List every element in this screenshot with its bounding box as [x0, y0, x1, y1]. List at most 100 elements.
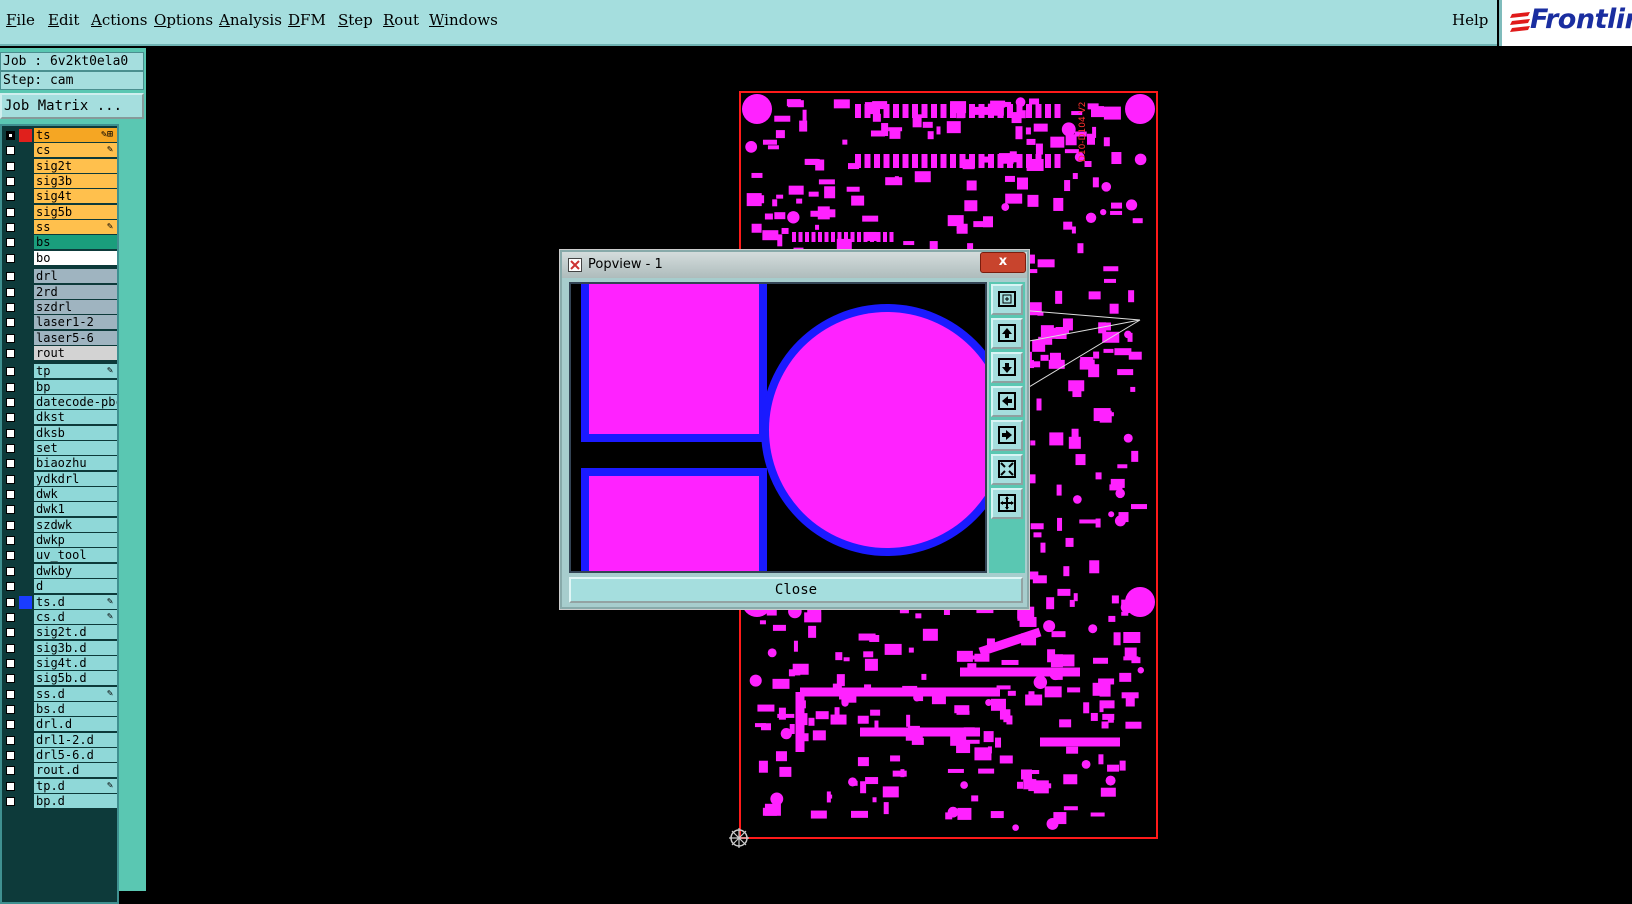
- layer-name[interactable]: bp.d: [34, 794, 117, 809]
- layer-row[interactable]: ts ✎⊞: [2, 128, 117, 143]
- pan-left-button[interactable]: [991, 386, 1023, 417]
- layer-name[interactable]: sig2t: [34, 158, 117, 173]
- layer-checkbox[interactable]: [6, 318, 15, 328]
- layer-checkbox[interactable]: [6, 302, 15, 312]
- popview-titlebar[interactable]: Popview - 1 x: [562, 252, 1027, 278]
- menu-analysis[interactable]: Analysis: [219, 11, 282, 29]
- layer-name[interactable]: ts.d ✎: [34, 594, 117, 609]
- layer-checkbox[interactable]: [6, 192, 15, 202]
- layer-name[interactable]: bs: [34, 235, 117, 250]
- layer-name[interactable]: sig3b: [34, 174, 117, 189]
- layer-checkbox[interactable]: [6, 520, 15, 530]
- layer-row[interactable]: dwkby: [2, 563, 117, 579]
- close-icon[interactable]: x: [980, 252, 1026, 273]
- layer-row[interactable]: drl: [2, 269, 117, 284]
- layer-row[interactable]: sig5b.d: [2, 671, 117, 686]
- layer-name[interactable]: dwkby: [34, 563, 117, 578]
- layer-color-swatch[interactable]: [19, 595, 32, 609]
- layer-name[interactable]: cs.d ✎: [34, 609, 117, 624]
- layer-name[interactable]: sig4t.d: [34, 655, 117, 670]
- layer-row[interactable]: datecode-pbc: [2, 394, 117, 410]
- layer-name[interactable]: tp ✎: [34, 364, 117, 379]
- layer-row[interactable]: dwkp: [2, 533, 117, 548]
- layer-name[interactable]: laser1-2: [34, 315, 117, 330]
- layer-row[interactable]: 2rd: [2, 284, 117, 300]
- layer-checkbox[interactable]: [6, 413, 15, 423]
- layer-checkbox[interactable]: [6, 597, 15, 607]
- layer-row[interactable]: set: [2, 441, 117, 456]
- pan-down-button[interactable]: [991, 352, 1023, 383]
- layer-checkbox[interactable]: [6, 751, 15, 760]
- layer-checkbox[interactable]: [6, 766, 15, 776]
- menu-rout[interactable]: Rout: [383, 11, 419, 29]
- layer-checkbox[interactable]: [6, 207, 15, 217]
- layer-checkbox[interactable]: [6, 628, 15, 638]
- layer-row[interactable]: drl1-2.d: [2, 732, 117, 748]
- layer-row[interactable]: rout: [2, 345, 117, 361]
- layer-name[interactable]: szdrl: [34, 299, 117, 314]
- layer-row[interactable]: bp.d: [2, 794, 117, 809]
- layer-checkbox[interactable]: [6, 643, 15, 653]
- layer-checkbox[interactable]: [6, 367, 15, 377]
- layer-name[interactable]: drl.d: [34, 717, 117, 732]
- layer-row[interactable]: d: [2, 579, 117, 594]
- layer-checkbox[interactable]: [6, 161, 15, 171]
- layer-name[interactable]: ts ✎⊞: [34, 128, 117, 142]
- layer-checkbox[interactable]: [6, 490, 15, 500]
- layer-row[interactable]: cs.d ✎: [2, 609, 117, 625]
- layer-checkbox[interactable]: [6, 131, 15, 140]
- layer-name[interactable]: sig3b.d: [34, 640, 117, 655]
- layer-row[interactable]: drl.d: [2, 717, 117, 732]
- layer-row[interactable]: dwk1: [2, 502, 117, 517]
- layer-row[interactable]: sig2t.d: [2, 625, 117, 640]
- close-button[interactable]: Close: [569, 577, 1023, 603]
- layer-name[interactable]: d: [34, 579, 117, 594]
- layer-row[interactable]: ydkdrl: [2, 471, 117, 487]
- layer-name[interactable]: biaozhu: [34, 456, 117, 471]
- layer-checkbox[interactable]: [6, 689, 15, 699]
- layer-color-swatch[interactable]: [19, 129, 32, 142]
- layer-name[interactable]: sig5b: [34, 204, 117, 219]
- layer-row[interactable]: sig3b.d: [2, 640, 117, 656]
- layer-name[interactable]: ss.d ✎: [34, 686, 117, 701]
- layer-row[interactable]: cs ✎: [2, 143, 117, 158]
- layer-checkbox[interactable]: [6, 238, 15, 248]
- layer-name[interactable]: 2rd: [34, 284, 117, 299]
- layer-row[interactable]: rout.d: [2, 763, 117, 778]
- layer-row[interactable]: ts.d ✎: [2, 594, 117, 610]
- layer-checkbox[interactable]: [6, 253, 15, 263]
- layer-row[interactable]: tp.d ✎: [2, 778, 117, 794]
- layer-name[interactable]: bs.d: [34, 701, 117, 716]
- layer-name[interactable]: sig2t.d: [34, 625, 117, 640]
- layer-row[interactable]: sig2t: [2, 158, 117, 174]
- layer-checkbox[interactable]: [6, 704, 15, 714]
- layer-checkbox[interactable]: [6, 582, 15, 592]
- layer-row[interactable]: laser5-6: [2, 330, 117, 346]
- layer-row[interactable]: bs.d: [2, 701, 117, 717]
- layer-row[interactable]: dksb: [2, 425, 117, 441]
- layer-name[interactable]: sig4t: [34, 189, 117, 204]
- layer-checkbox[interactable]: [6, 551, 15, 561]
- layer-checkbox[interactable]: [6, 397, 15, 407]
- layer-name[interactable]: cs ✎: [34, 143, 117, 158]
- layer-name[interactable]: dkst: [34, 410, 117, 425]
- layer-row[interactable]: dkst: [2, 410, 117, 425]
- job-matrix-button[interactable]: Job Matrix ...: [0, 93, 144, 119]
- layer-row[interactable]: bs: [2, 235, 117, 250]
- layer-name[interactable]: ss ✎: [34, 220, 117, 235]
- layer-name[interactable]: dwk1: [34, 502, 117, 517]
- layer-checkbox[interactable]: [6, 287, 15, 297]
- layer-row[interactable]: tp ✎: [2, 364, 117, 379]
- layer-row[interactable]: szdrl: [2, 299, 117, 315]
- layer-name[interactable]: laser5-6: [34, 330, 117, 345]
- layer-checkbox[interactable]: [6, 333, 15, 343]
- layer-checkbox[interactable]: [6, 720, 15, 730]
- layer-checkbox[interactable]: [6, 566, 15, 576]
- layer-checkbox[interactable]: [6, 797, 15, 807]
- popview-zoom-view[interactable]: [569, 282, 987, 573]
- layer-checkbox[interactable]: [6, 505, 15, 515]
- layer-checkbox[interactable]: [6, 674, 15, 684]
- layer-checkbox[interactable]: [6, 612, 15, 622]
- layer-checkbox[interactable]: [6, 272, 15, 282]
- layer-name[interactable]: szdwk: [34, 517, 117, 532]
